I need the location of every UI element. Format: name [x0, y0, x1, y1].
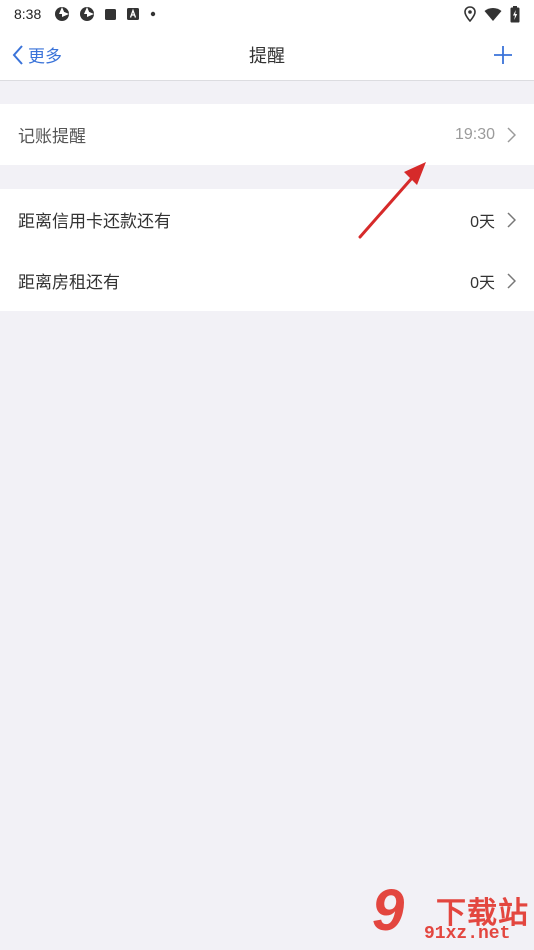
- reminder-group-bookkeeping: 记账提醒 19:30: [0, 104, 534, 165]
- rent-payment-row[interactable]: 距离房租还有 0天: [0, 250, 534, 311]
- add-button[interactable]: [490, 28, 516, 81]
- chevron-right-icon: [507, 272, 516, 289]
- watermark-number: 9: [372, 878, 405, 943]
- battery-charging-icon: [510, 5, 520, 23]
- reminder-group-countdowns: 距离信用卡还款还有 0天 距离房租还有 0天: [0, 189, 534, 311]
- plus-icon: [493, 45, 513, 65]
- row-value: 0天: [470, 213, 495, 231]
- aperture-icon: [79, 6, 95, 22]
- row-value: 19:30: [454, 125, 495, 143]
- aperture-icon: [54, 6, 70, 22]
- location-pin-icon: [464, 6, 476, 22]
- status-bar: 8:38: [0, 0, 534, 28]
- dot-icon: [149, 10, 157, 18]
- back-label: 更多: [28, 47, 62, 67]
- watermark-logo: 9 下载站 91xz.net: [370, 876, 534, 950]
- status-time: 8:38: [14, 6, 42, 22]
- row-label: 记账提醒: [18, 127, 86, 147]
- square-icon: [104, 8, 117, 21]
- watermark-url: 91xz.net: [424, 924, 511, 944]
- chevron-right-icon: [507, 211, 516, 228]
- bookkeeping-reminder-row[interactable]: 记账提醒 19:30: [0, 104, 534, 165]
- row-value: 0天: [470, 274, 495, 292]
- row-label: 距离信用卡还款还有: [18, 212, 171, 232]
- a-box-icon: [126, 7, 140, 21]
- page-title: 提醒: [249, 45, 285, 67]
- status-right: [464, 5, 520, 23]
- wifi-icon: [484, 7, 502, 22]
- chevron-right-icon: [507, 126, 516, 143]
- chevron-left-icon: [12, 44, 24, 66]
- credit-card-repayment-row[interactable]: 距离信用卡还款还有 0天: [0, 189, 534, 250]
- row-label: 距离房租还有: [18, 273, 120, 293]
- back-button[interactable]: 更多: [12, 28, 62, 81]
- status-left: 8:38: [14, 6, 157, 22]
- nav-bar: 更多 提醒: [0, 28, 534, 81]
